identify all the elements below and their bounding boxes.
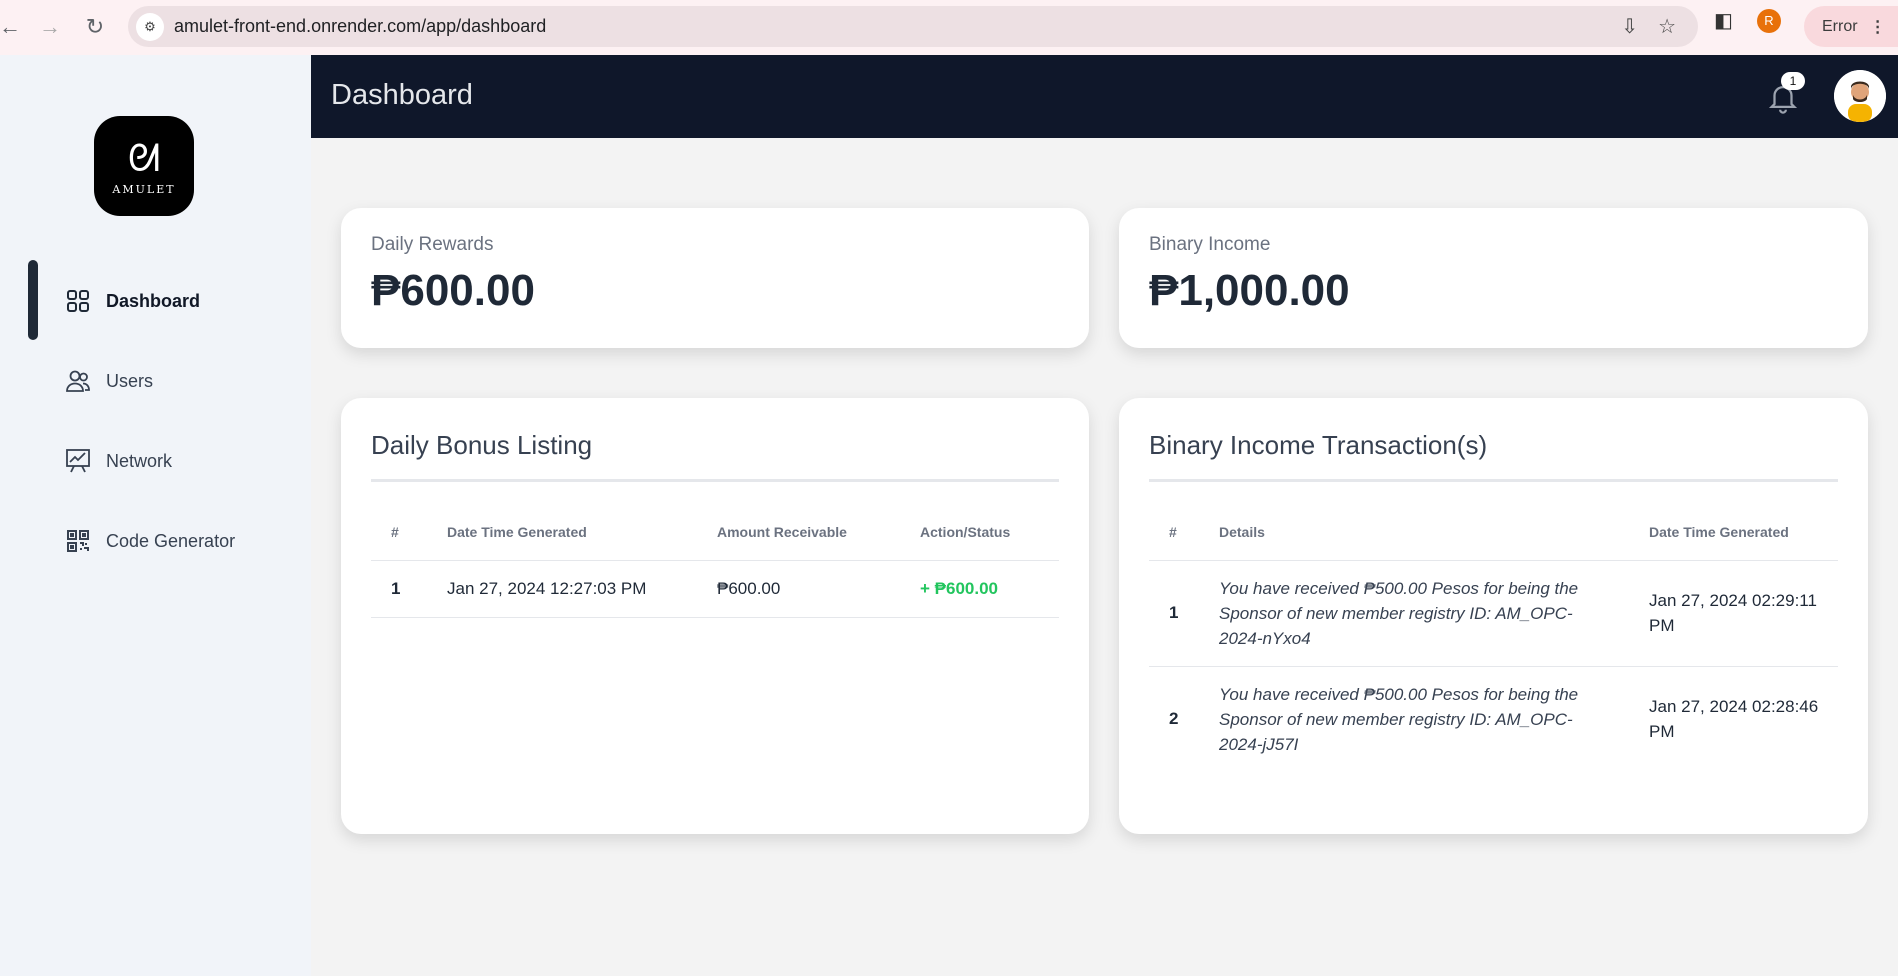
notification-badge: 1 <box>1781 72 1805 90</box>
qr-code-icon <box>64 527 92 555</box>
logo-text: AMULET <box>112 182 176 196</box>
sidebar-item-label: Users <box>106 370 154 391</box>
column-header[interactable]: Action/Status <box>920 504 1059 561</box>
sidebar-item-users[interactable]: Users <box>64 367 153 395</box>
sidebar-item-dashboard[interactable]: Dashboard <box>64 287 200 315</box>
row-amount: ₱600.00 <box>717 560 920 618</box>
users-icon <box>64 367 92 395</box>
binary-transactions-card: Binary Income Transaction(s) # Details D… <box>1119 398 1868 834</box>
browser-toolbar: ← → ↻ ⚙ amulet-front-end.onrender.com/ap… <box>0 0 1898 55</box>
error-button[interactable]: Error ⋮ <box>1804 6 1898 47</box>
column-header[interactable]: Amount Receivable <box>717 504 920 561</box>
forward-icon[interactable]: → <box>30 7 70 47</box>
column-header[interactable]: Details <box>1219 504 1649 561</box>
install-app-icon[interactable]: ⇩ <box>1621 14 1638 39</box>
binary-income-label: Binary Income <box>1149 234 1271 255</box>
divider <box>371 479 1059 482</box>
table-header-row: # Date Time Generated Amount Receivable … <box>371 504 1059 561</box>
row-status[interactable]: + ₱600.00 <box>920 560 1059 618</box>
page-title: Dashboard <box>331 79 473 111</box>
sidebar-item-code-generator[interactable]: Code Generator <box>64 527 235 555</box>
bookmark-star-icon[interactable]: ☆ <box>1658 14 1676 39</box>
side-panel-icon[interactable]: ◧ <box>1714 8 1733 33</box>
binary-transactions-table: # Details Date Time Generated 1 You have… <box>1149 504 1838 772</box>
daily-bonus-title: Daily Bonus Listing <box>371 430 593 460</box>
amulet-emblem-icon: ᘛ <box>127 135 161 180</box>
url-text: amulet-front-end.onrender.com/app/dashbo… <box>174 16 547 36</box>
site-settings-icon[interactable]: ⚙ <box>136 12 164 41</box>
row-datetime: Jan 27, 2024 02:29:11 PM <box>1649 560 1838 667</box>
address-bar[interactable]: ⚙ amulet-front-end.onrender.com/app/dash… <box>128 6 1698 47</box>
binary-income-value: ₱1,000.00 <box>1149 266 1350 315</box>
error-label: Error <box>1822 17 1858 35</box>
sidebar: ᘛ AMULET Dashboard Users Network Code Ge… <box>0 55 311 976</box>
row-index: 1 <box>371 560 447 618</box>
column-header[interactable]: # <box>371 504 447 561</box>
sidebar-item-label: Code Generator <box>106 530 236 551</box>
sidebar-item-network[interactable]: Network <box>64 447 172 475</box>
back-icon[interactable]: ← <box>0 7 30 47</box>
more-vert-icon[interactable]: ⋮ <box>1870 17 1886 37</box>
row-index: 2 <box>1169 709 1179 729</box>
amulet-logo[interactable]: ᘛ AMULET <box>94 116 194 216</box>
daily-rewards-card: Daily Rewards ₱600.00 <box>341 208 1089 348</box>
daily-rewards-label: Daily Rewards <box>371 234 494 255</box>
user-avatar[interactable] <box>1834 70 1886 122</box>
table-header-row: # Details Date Time Generated <box>1149 504 1838 561</box>
column-header[interactable]: # <box>1149 504 1219 561</box>
row-datetime: Jan 27, 2024 12:27:03 PM <box>447 560 717 618</box>
column-header[interactable]: Date Time Generated <box>1649 504 1838 561</box>
daily-bonus-table: # Date Time Generated Amount Receivable … <box>371 504 1059 618</box>
divider <box>1149 479 1838 482</box>
top-header: Dashboard 1 <box>311 55 1898 138</box>
row-details: You have received ₱500.00 Pesos for bein… <box>1219 560 1649 667</box>
binary-income-card: Binary Income ₱1,000.00 <box>1119 208 1868 348</box>
column-header[interactable]: Date Time Generated <box>447 504 717 561</box>
row-index: 1 <box>1149 560 1219 667</box>
row-datetime: Jan 27, 2024 02:28:46 PM <box>1649 697 1819 742</box>
daily-bonus-card: Daily Bonus Listing # Date Time Generate… <box>341 398 1089 834</box>
grid-icon <box>64 287 92 315</box>
sidebar-item-label: Dashboard <box>106 290 201 311</box>
reload-icon[interactable]: ↻ <box>75 7 115 47</box>
sidebar-item-label: Network <box>106 450 173 471</box>
chart-board-icon <box>64 447 92 475</box>
row-details: You have received ₱500.00 Pesos for bein… <box>1219 684 1579 754</box>
table-row: 1 Jan 27, 2024 12:27:03 PM ₱600.00 + ₱60… <box>371 560 1059 618</box>
binary-transactions-title: Binary Income Transaction(s) <box>1149 430 1488 460</box>
table-row: 2 You have received ₱500.00 Pesos for be… <box>1149 666 1838 772</box>
daily-rewards-value: ₱600.00 <box>371 266 535 315</box>
active-indicator <box>28 260 38 340</box>
profile-avatar[interactable]: R <box>1756 8 1781 33</box>
table-row: 1 You have received ₱500.00 Pesos for be… <box>1149 560 1838 667</box>
